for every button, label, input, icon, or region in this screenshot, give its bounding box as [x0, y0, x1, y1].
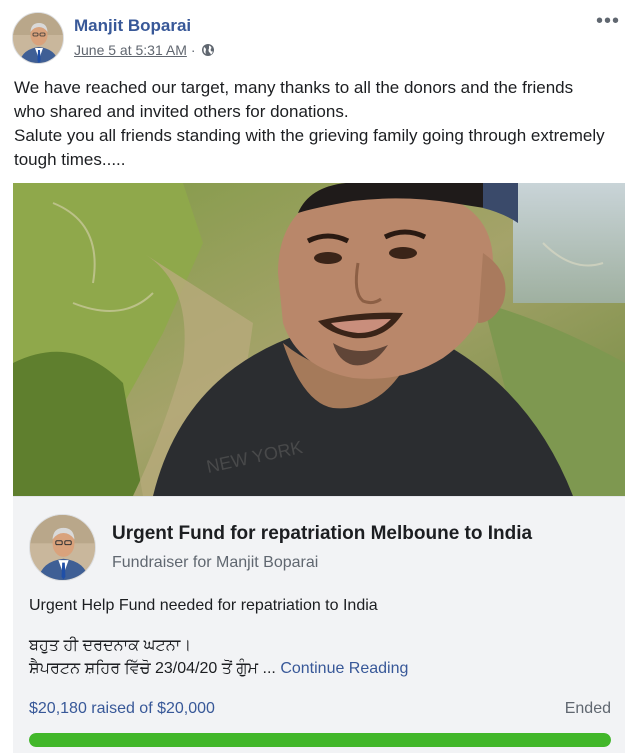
- post-header: Manjit Boparai June 5 at 5:31 AM · •••: [12, 11, 620, 66]
- author-name[interactable]: Manjit Boparai: [74, 16, 191, 36]
- globe-icon[interactable]: [201, 43, 215, 57]
- more-options-button[interactable]: •••: [596, 11, 620, 31]
- fundraiser-avatar[interactable]: [29, 514, 96, 581]
- fundraiser-punjabi-line: ਬਹੁਤ ਹੀ ਦਰਦਨਾਕ ਘਟਨਾ।: [29, 637, 192, 654]
- post-text-line: Salute you all friends standing with the…: [14, 126, 605, 145]
- post-text-line: We have reached our target, many thanks …: [14, 78, 574, 97]
- fundraiser-title[interactable]: Urgent Fund for repatriation Melboune to…: [112, 523, 532, 545]
- fundraiser-subtitle: Fundraiser for Manjit Boparai: [112, 554, 319, 571]
- fundraiser-progress-bar: [29, 733, 611, 747]
- post-meta: June 5 at 5:31 AM ·: [74, 42, 215, 58]
- fundraiser-card[interactable]: Urgent Fund for repatriation Melboune to…: [13, 496, 625, 753]
- post-text-line: tough times.....: [14, 150, 126, 169]
- fundraiser-status: Ended: [564, 700, 611, 717]
- meta-separator: ·: [190, 42, 196, 58]
- post-photo[interactable]: NEW YORK: [13, 183, 625, 496]
- post-text-line: who shared and invited others for donati…: [14, 102, 349, 121]
- fundraiser-description: Urgent Help Fund needed for repatriation…: [29, 597, 378, 614]
- author-avatar[interactable]: [12, 12, 64, 64]
- post-text: We have reached our target, many thanks …: [14, 76, 620, 172]
- fundraiser-punjabi-line-2: ਸ਼ੈਪਰਟਨ ਸ਼ਹਿਰ ਵਿੱਚੋ 23/04/20 ਤੋਂ ਗੁੰਮ ..…: [29, 660, 408, 678]
- post-timestamp[interactable]: June 5 at 5:31 AM: [74, 42, 187, 58]
- amount-raised: $20,180 raised of $20,000: [29, 700, 215, 717]
- progress-fill: [29, 733, 611, 747]
- fundraiser-excerpt: ਸ਼ੈਪਰਟਨ ਸ਼ਹਿਰ ਵਿੱਚੋ 23/04/20 ਤੋਂ ਗੁੰਮ ..…: [29, 660, 276, 677]
- continue-reading-link[interactable]: Continue Reading: [280, 660, 408, 677]
